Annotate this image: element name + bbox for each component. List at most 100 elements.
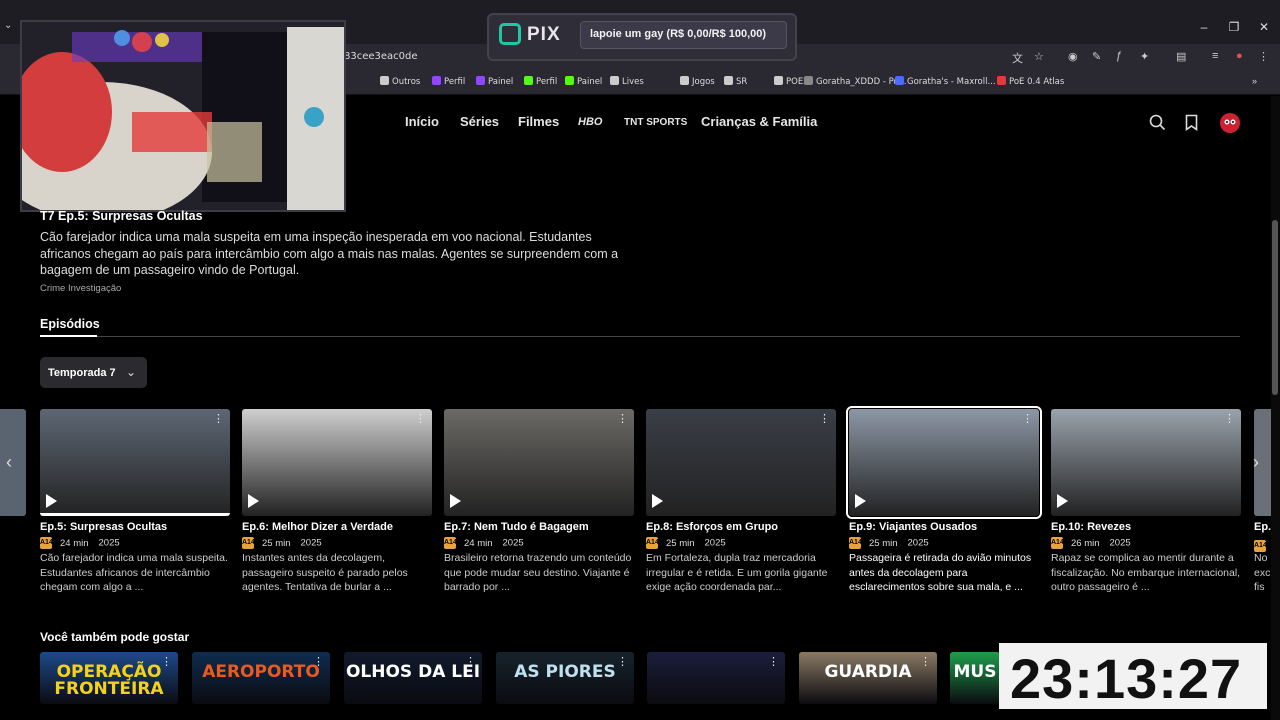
bookmark-item[interactable]: Outros	[380, 76, 420, 87]
episode-meta: A14 26 min 2025	[1051, 537, 1131, 549]
bookmark-item[interactable]: Lives	[610, 76, 644, 87]
episode-title[interactable]: Ep.8: Esforços em Grupo	[646, 521, 778, 533]
pix-logo-icon	[499, 23, 521, 45]
recommendation-card[interactable]: MUS	[950, 652, 1000, 704]
episode-year: 2025	[502, 537, 524, 549]
episode-year: 2025	[704, 537, 726, 549]
episode-card[interactable]: ⋮	[846, 406, 1042, 519]
episode-title[interactable]: Ep.10: Revezes	[1051, 521, 1131, 533]
sidebar-icon[interactable]: ▤	[1176, 50, 1186, 63]
play-icon[interactable]	[248, 494, 259, 508]
tab-list-chevron-icon[interactable]: ⌄	[4, 20, 18, 34]
bookmark-star-icon[interactable]: ☆	[1034, 50, 1044, 63]
more-bookmarks-icon[interactable]: »	[1252, 76, 1257, 86]
previous-card-edge[interactable]	[0, 409, 26, 516]
scrollbar[interactable]	[1271, 96, 1280, 720]
episode-card[interactable]: ⋮	[444, 409, 634, 516]
bookmark-label: Goratha_XDDD - Po...	[816, 77, 907, 87]
recommendation-card[interactable]: OLHOS DA LEI ⋮	[344, 652, 482, 704]
more-options-icon[interactable]: ⋮	[920, 655, 931, 668]
episode-card[interactable]: ⋮	[1051, 409, 1241, 516]
recommendation-card[interactable]: AS PIORES ⋮	[496, 652, 634, 704]
more-options-icon[interactable]: ⋮	[465, 655, 476, 668]
nav-inicio[interactable]: Início	[405, 114, 439, 129]
bookmark-item[interactable]: Goratha_XDDD - Po...	[804, 76, 907, 87]
search-icon[interactable]	[1149, 114, 1166, 136]
minimize-icon[interactable]: –	[1190, 20, 1218, 34]
bookmark-label: Outros	[392, 77, 421, 87]
next-card-title: Ep.	[1254, 521, 1272, 533]
translate-icon[interactable]: 文	[1012, 50, 1023, 66]
pix-logo-text: PIX	[527, 24, 561, 45]
more-options-icon[interactable]: ⋮	[819, 412, 830, 425]
bookmark-item[interactable]: PoE 0.4 Atlas	[997, 76, 1064, 87]
pen-icon[interactable]: ✎	[1092, 50, 1101, 63]
episode-meta: A14 25 min 2025	[646, 537, 726, 549]
bookmark-favicon-icon	[524, 76, 533, 85]
chevron-down-icon: ⌄	[126, 365, 137, 379]
episode-title[interactable]: Ep.5: Surpresas Ocultas	[40, 521, 167, 533]
profile-icon[interactable]: ●	[1236, 50, 1243, 62]
bookmark-item[interactable]: Painel	[476, 76, 513, 87]
nav-criancas-familia[interactable]: Crianças & Família	[701, 114, 817, 129]
nav-hbo[interactable]: HBO	[578, 116, 602, 128]
bookmark-item[interactable]: Painel	[565, 76, 602, 87]
more-options-icon[interactable]: ⋮	[415, 412, 426, 425]
recommendation-card[interactable]: OPERAÇÃO FRONTEIRA ⋮	[40, 652, 178, 704]
bookmark-item[interactable]: Perfil	[432, 76, 465, 87]
episode-title[interactable]: Ep.9: Viajantes Ousados	[849, 521, 977, 533]
play-icon[interactable]	[1057, 494, 1068, 508]
more-options-icon[interactable]: ⋮	[1224, 412, 1235, 425]
carousel-prev-icon[interactable]: ‹	[6, 452, 12, 473]
play-icon[interactable]	[46, 494, 57, 508]
more-options-icon[interactable]: ⋮	[1022, 412, 1033, 425]
episode-card[interactable]: ⋮	[242, 409, 432, 516]
more-options-icon[interactable]: ⋮	[768, 655, 779, 668]
recommendation-title: MUS	[953, 662, 997, 682]
bookmark-label: SR	[736, 77, 748, 87]
maximize-icon[interactable]: ❐	[1220, 20, 1248, 34]
play-icon[interactable]	[652, 494, 663, 508]
episode-year: 2025	[907, 537, 929, 549]
my-list-bookmark-icon[interactable]	[1185, 114, 1198, 136]
episode-duration: 25 min	[869, 537, 898, 549]
episode-card[interactable]: ⋮	[40, 409, 230, 516]
episode-card[interactable]: ⋮	[646, 409, 836, 516]
more-options-icon[interactable]: ⋮	[617, 412, 628, 425]
recommendation-card[interactable]: GUARDIA ⋮	[799, 652, 937, 704]
more-options-icon[interactable]: ⋮	[617, 655, 628, 668]
recommendation-card[interactable]: ⋮	[647, 652, 785, 704]
media-icon[interactable]: ≡	[1212, 50, 1218, 62]
nav-series[interactable]: Séries	[460, 114, 499, 129]
nav-filmes[interactable]: Filmes	[518, 114, 559, 129]
tab-episodios[interactable]: Episódios	[40, 317, 100, 331]
bookmark-item[interactable]: Goratha's - Maxroll...	[895, 76, 996, 87]
play-icon[interactable]	[855, 494, 866, 508]
url-text[interactable]: 83cee3eac0de	[344, 51, 418, 62]
bookmark-label: Painel	[577, 77, 603, 87]
scrollbar-thumb[interactable]	[1272, 220, 1278, 395]
close-window-icon[interactable]: ✕	[1250, 20, 1278, 34]
extensions-icon[interactable]: ✦	[1140, 50, 1149, 63]
more-options-icon[interactable]: ⋮	[213, 412, 224, 425]
episode-title[interactable]: Ep.7: Nem Tudo é Bagagem	[444, 521, 589, 533]
carousel-next-icon[interactable]: ›	[1253, 452, 1259, 473]
bookmark-item[interactable]: Perfil	[524, 76, 557, 87]
font-icon[interactable]: ƒ	[1116, 50, 1122, 62]
avatar[interactable]	[1219, 112, 1241, 139]
recommendation-card[interactable]: AEROPORTO ⋮	[192, 652, 330, 704]
episode-description: Em Fortaleza, dupla traz mercadoria irre…	[646, 552, 828, 593]
camera-icon[interactable]: ◉	[1068, 50, 1078, 63]
episode-year: 2025	[98, 537, 120, 549]
more-options-icon[interactable]: ⋮	[161, 655, 172, 668]
nav-tnt-sports[interactable]: TNT SPORTS	[624, 117, 687, 128]
tab-selected-indicator	[40, 335, 97, 337]
episode-title[interactable]: Ep.6: Melhor Dizer a Verdade	[242, 521, 393, 533]
recommendation-title: OLHOS DA LEI	[345, 662, 481, 682]
menu-icon[interactable]: ⋮	[1258, 50, 1269, 63]
bookmark-item[interactable]: SR	[724, 76, 747, 87]
more-options-icon[interactable]: ⋮	[313, 655, 324, 668]
episode-duration: 26 min	[1071, 537, 1100, 549]
play-icon[interactable]	[450, 494, 461, 508]
bookmark-item[interactable]: Jogos	[680, 76, 715, 87]
